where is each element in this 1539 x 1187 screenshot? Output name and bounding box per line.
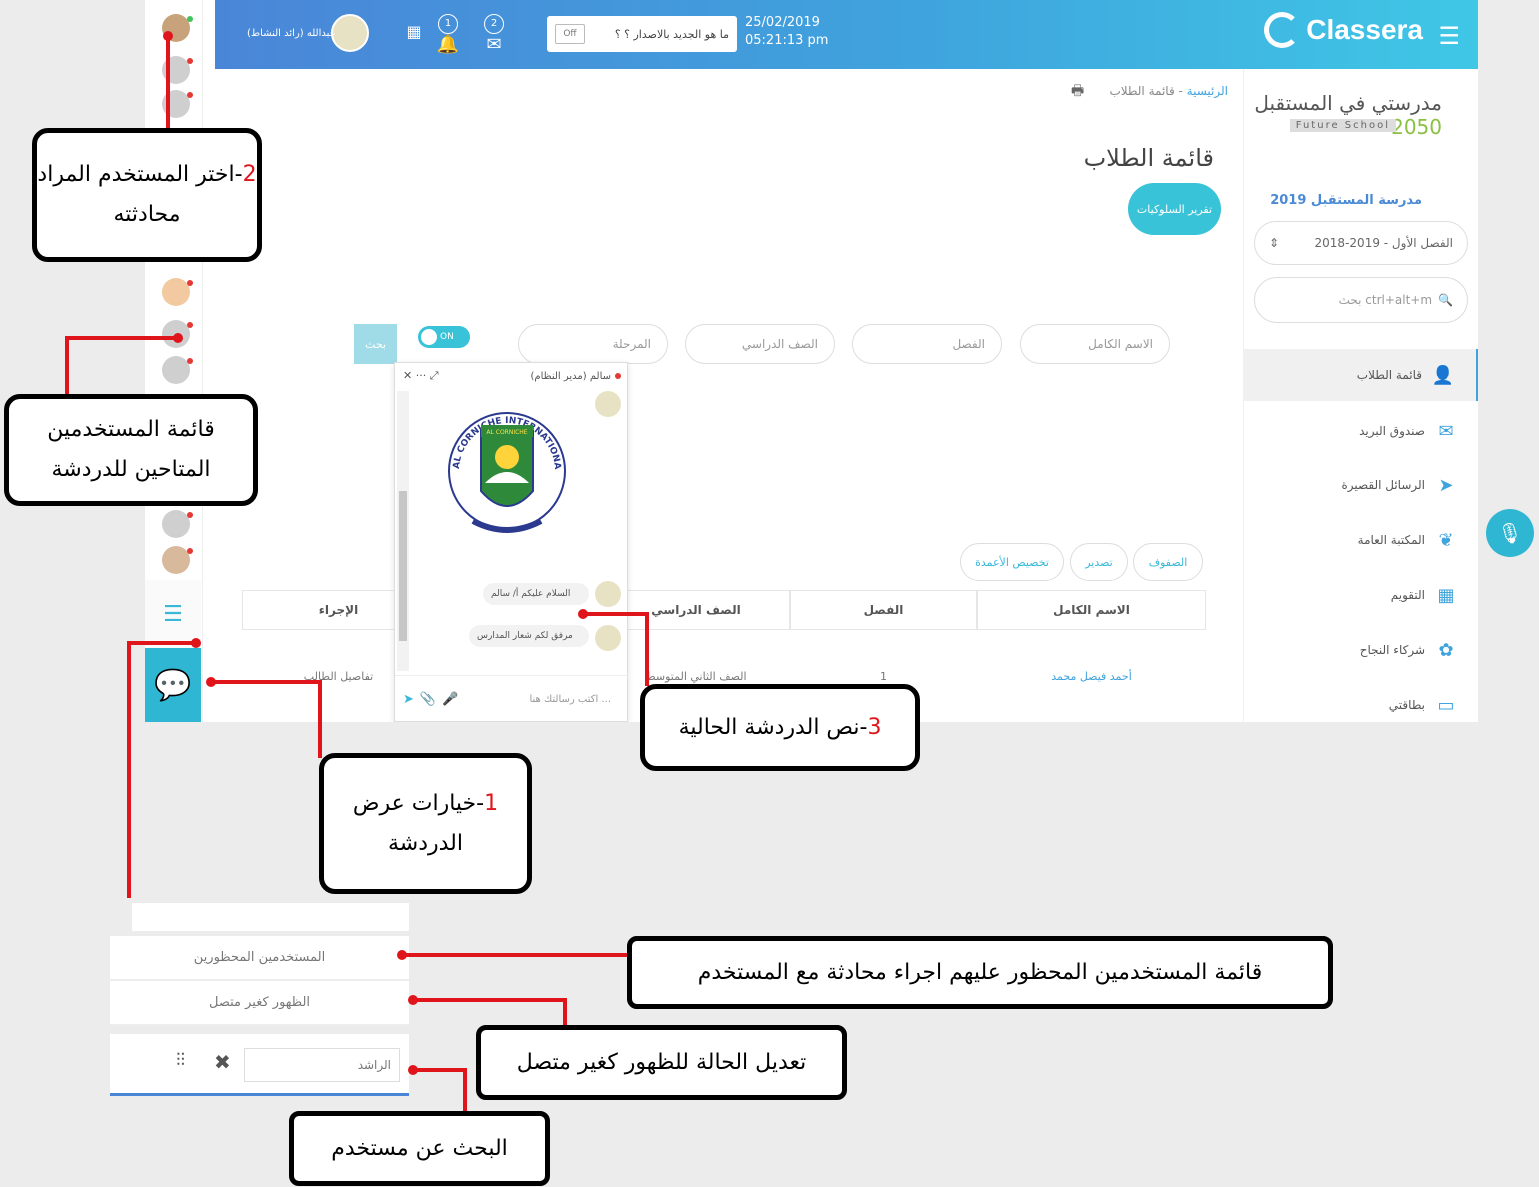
callout-text: البحث عن مستخدم (331, 1135, 508, 1161)
callout-appear-offline: تعديل الحالة للظهور كغير متصل (476, 1025, 847, 1100)
callout-available-users: قائمة المستخدمين المتاحين للدردشة (4, 394, 258, 506)
callout-text: قائمة المستخدمين المحظور عليهم اجراء محا… (697, 959, 1263, 985)
callout-text: قائمة المستخدمين المتاحين للدردشة (47, 417, 215, 482)
callout-chat-view-options: 1-خيارات عرض الدردشة (319, 753, 532, 894)
callout-text: تعديل الحالة للظهور كغير متصل (516, 1049, 807, 1075)
callout-select-user: 2-اختر المستخدم المراد محادثته (32, 128, 262, 262)
callout-number: 2 (242, 162, 257, 188)
callout-number: 1 (484, 790, 499, 816)
callout-blocked-users: قائمة المستخدمين المحظور عليهم اجراء محا… (627, 936, 1333, 1009)
callout-text: -خيارات عرض الدردشة (352, 790, 485, 856)
callout-number: 3 (867, 714, 882, 740)
callout-text: -نص الدردشة الحالية (678, 714, 868, 740)
callout-text: -اختر المستخدم المراد محادثته (37, 162, 243, 227)
callout-current-chat: 3-نص الدردشة الحالية (640, 684, 920, 771)
callout-search-user: البحث عن مستخدم (289, 1111, 550, 1186)
